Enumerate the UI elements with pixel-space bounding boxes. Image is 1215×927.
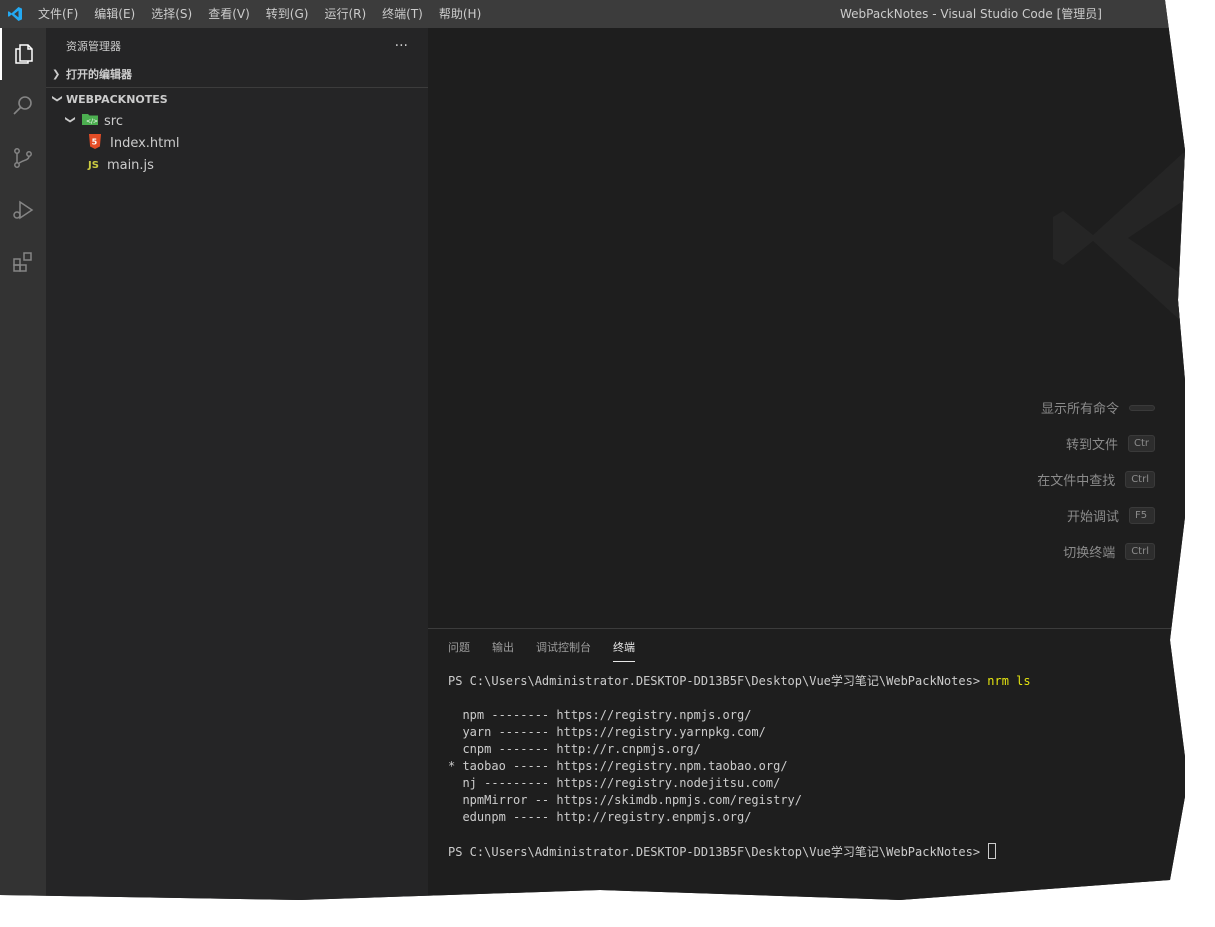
shortcut-key bbox=[1129, 404, 1155, 411]
shortcut-label: 显示所有命令 bbox=[1040, 402, 1119, 417]
terminal-line: nj --------- https://registry.nodejitsu.… bbox=[448, 776, 781, 790]
menu-help[interactable]: 帮助(H) bbox=[431, 0, 489, 28]
vscode-logo-icon bbox=[0, 0, 30, 28]
project-label: WEBPACKNOTES bbox=[66, 92, 168, 106]
shortcut-key: Ctrl bbox=[1125, 471, 1155, 488]
open-editors-section[interactable]: ❯ 打开的编辑器 bbox=[46, 63, 428, 85]
shortcut-label: 转到文件 bbox=[1065, 438, 1118, 453]
editor-area: 显示所有命令 转到文件 Ctr 在文件中查找 Ctrl 开始调试 F5 切换终端… bbox=[428, 28, 1192, 628]
terminal-output[interactable]: PS C:\Users\Administrator.DESKTOP-DD13B5… bbox=[428, 665, 1185, 861]
tab-output[interactable]: 输出 bbox=[492, 633, 514, 661]
svg-text:5: 5 bbox=[92, 137, 98, 146]
terminal-line: npm -------- https://registry.npmjs.org/ bbox=[448, 708, 752, 722]
terminal-line: yarn ------- https://registry.yarnpkg.co… bbox=[448, 725, 766, 739]
menu-file[interactable]: 文件(F) bbox=[30, 0, 86, 28]
menu-view[interactable]: 查看(V) bbox=[200, 0, 258, 28]
shortcut-key: F5 bbox=[1129, 507, 1155, 524]
tab-problems[interactable]: 问题 bbox=[448, 633, 470, 661]
tree-folder-src[interactable]: ❯ </> src bbox=[46, 110, 428, 132]
shortcut-label: 在文件中查找 bbox=[1037, 474, 1116, 489]
terminal-line: * taobao ----- https://registry.npm.taob… bbox=[448, 759, 788, 773]
activity-bar bbox=[0, 28, 46, 900]
menu-bar: 文件(F) 编辑(E) 选择(S) 查看(V) 转到(G) 运行(R) 终端(T… bbox=[30, 0, 489, 28]
shortcut-key: Ctr bbox=[1127, 435, 1155, 452]
menu-edit[interactable]: 编辑(E) bbox=[86, 0, 143, 28]
js-file-icon: JS bbox=[88, 159, 99, 171]
terminal-line: PS C:\Users\Administrator.DESKTOP-DD13B5… bbox=[448, 673, 1185, 690]
source-control-icon[interactable] bbox=[0, 132, 46, 184]
tree-file-main-js[interactable]: JS main.js bbox=[46, 154, 428, 176]
extensions-icon[interactable] bbox=[0, 236, 46, 288]
menu-go[interactable]: 转到(G) bbox=[258, 0, 317, 28]
terminal-command: nrm ls bbox=[987, 674, 1031, 688]
title-bar: 文件(F) 编辑(E) 选择(S) 查看(V) 转到(G) 运行(R) 终端(T… bbox=[0, 0, 1185, 28]
shortcut-find-in-files[interactable]: 在文件中查找 Ctrl bbox=[1037, 470, 1155, 489]
vscode-watermark-icon bbox=[1053, 153, 1192, 327]
shortcut-start-debug[interactable]: 开始调试 F5 bbox=[1067, 506, 1155, 525]
tab-debug-console[interactable]: 调试控制台 bbox=[536, 633, 591, 661]
shortcut-label: 开始调试 bbox=[1066, 510, 1119, 525]
tree-item-label: src bbox=[104, 113, 123, 129]
html5-icon: 5 bbox=[88, 133, 102, 153]
terminal-prompt: PS C:\Users\Administrator.DESKTOP-DD13B5… bbox=[448, 674, 988, 688]
tab-terminal[interactable]: 终端 bbox=[613, 633, 635, 662]
tree-item-label: Index.html bbox=[110, 135, 180, 151]
shortcut-toggle-terminal[interactable]: 切换终端 Ctrl bbox=[1063, 542, 1155, 561]
menu-selection[interactable]: 选择(S) bbox=[143, 0, 200, 28]
shortcut-label: 切换终端 bbox=[1063, 546, 1116, 561]
vscode-window: 文件(F) 编辑(E) 选择(S) 查看(V) 转到(G) 运行(R) 终端(T… bbox=[0, 0, 1192, 900]
sidebar-title: 资源管理器 bbox=[66, 39, 121, 53]
panel-tabs: 问题 输出 调试控制台 终端 bbox=[428, 629, 1185, 665]
chevron-right-icon: ❯ bbox=[52, 68, 61, 80]
more-actions-icon[interactable]: ··· bbox=[395, 38, 408, 54]
shortcut-goto-file[interactable]: 转到文件 Ctr bbox=[1066, 434, 1155, 453]
terminal-line: PS C:\Users\Administrator.DESKTOP-DD13B5… bbox=[448, 843, 1185, 861]
terminal-line: cnpm ------- http://r.cnpmjs.org/ bbox=[448, 742, 701, 756]
menu-terminal[interactable]: 终端(T) bbox=[374, 0, 431, 28]
shortcut-show-commands[interactable]: 显示所有命令 bbox=[1041, 398, 1155, 417]
files-icon[interactable] bbox=[0, 28, 46, 80]
project-section[interactable]: ❯ WEBPACKNOTES bbox=[46, 87, 428, 110]
tree-item-label: main.js bbox=[106, 157, 154, 173]
menu-run[interactable]: 运行(R) bbox=[316, 0, 374, 28]
terminal-prompt: PS C:\Users\Administrator.DESKTOP-DD13B5… bbox=[448, 845, 988, 859]
search-icon[interactable] bbox=[0, 80, 46, 132]
tree-file-index-html[interactable]: 5 Index.html bbox=[46, 132, 428, 154]
chevron-down-icon: ❯ bbox=[64, 115, 76, 124]
chevron-down-icon: ❯ bbox=[51, 94, 63, 103]
terminal-cursor bbox=[988, 843, 997, 859]
open-editors-label: 打开的编辑器 bbox=[66, 68, 132, 81]
folder-icon: </> bbox=[82, 113, 98, 129]
terminal-line: npmMirror -- https://skimdb.npmjs.com/re… bbox=[448, 793, 803, 807]
window-title: WebPackNotes - Visual Studio Code [管理员] bbox=[840, 7, 1102, 21]
run-debug-icon[interactable] bbox=[0, 184, 46, 236]
shortcut-key: Ctrl bbox=[1125, 543, 1155, 560]
svg-text:</>: </> bbox=[86, 118, 98, 125]
explorer-sidebar: 资源管理器 ··· ❯ 打开的编辑器 ❯ WEBPACKNOTES ❯ </> … bbox=[46, 28, 428, 900]
bottom-panel: 问题 输出 调试控制台 终端 PS C:\Users\Administrator… bbox=[428, 628, 1185, 900]
terminal-line: edunpm ----- http://registry.enpmjs.org/ bbox=[448, 810, 752, 824]
sidebar-header: 资源管理器 ··· bbox=[46, 28, 428, 63]
